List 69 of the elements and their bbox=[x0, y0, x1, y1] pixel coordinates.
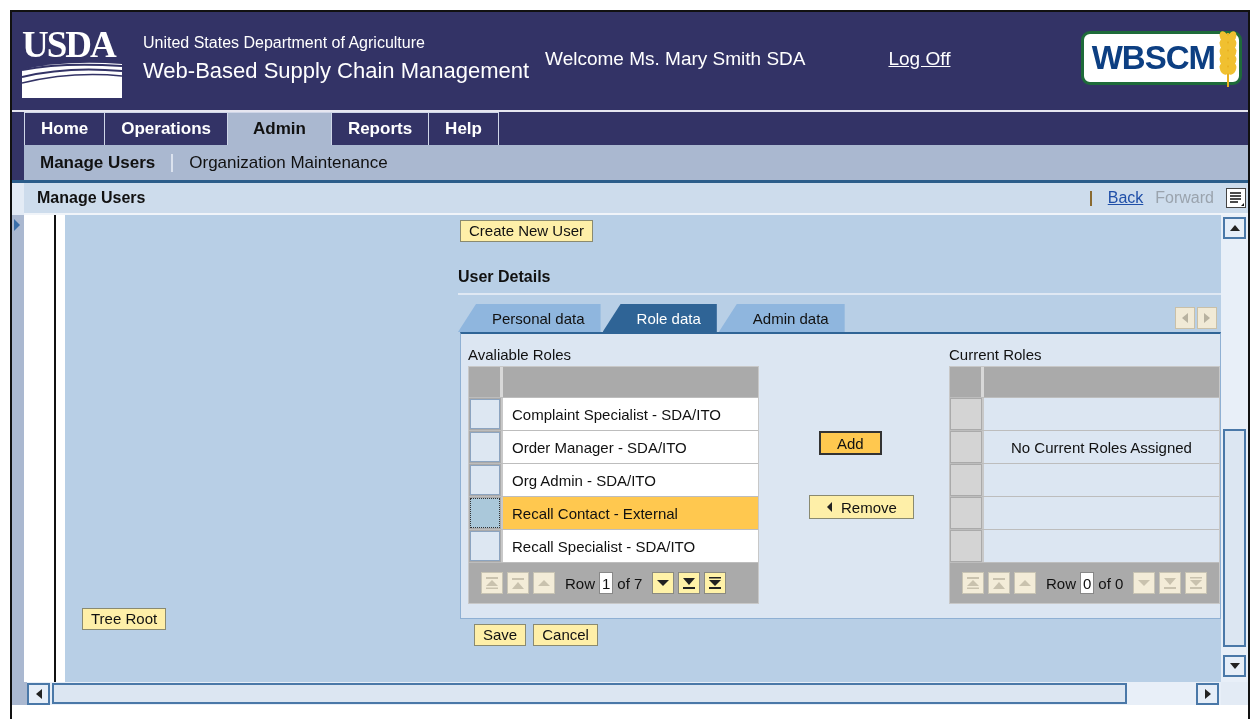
scroll-tabs-left-button[interactable] bbox=[1175, 307, 1195, 329]
bar-triangle-up-icon bbox=[486, 577, 498, 589]
tree-root-button[interactable]: Tree Root bbox=[82, 608, 167, 630]
empty-message: No Current Roles Assigned bbox=[982, 431, 1219, 463]
action-button[interactable]: Cancel bbox=[533, 624, 598, 646]
usda-logo-text: USDA bbox=[22, 28, 117, 62]
page-title: Manage Users bbox=[37, 189, 146, 207]
scrollbar-corner bbox=[1221, 682, 1248, 705]
triangle-right-icon bbox=[1204, 688, 1211, 699]
page-menu-button[interactable] bbox=[1226, 188, 1246, 208]
sub-nav-link[interactable]: Organization Maintenance bbox=[189, 152, 388, 173]
logo-text: WBSCM bbox=[1091, 38, 1216, 78]
log-off-link[interactable]: Log Off bbox=[888, 48, 951, 70]
row-input[interactable]: 0 bbox=[1080, 572, 1095, 594]
nav-tab[interactable]: Admin bbox=[227, 112, 332, 145]
nav-tab[interactable]: Help bbox=[428, 112, 499, 145]
agency-name: United States Department of Agriculture bbox=[143, 34, 426, 52]
triangle-up-icon bbox=[1019, 580, 1031, 586]
create-user-button[interactable]: Create New User bbox=[460, 220, 594, 242]
vertical-scrollbar[interactable] bbox=[1221, 215, 1248, 682]
triangle-down-bar-icon bbox=[1164, 577, 1177, 589]
table-title: Current Roles bbox=[949, 346, 1043, 365]
nav-link[interactable]: Back bbox=[1107, 189, 1144, 207]
action-button[interactable]: Save bbox=[474, 624, 527, 646]
detail-tab[interactable]: Personal data bbox=[458, 304, 601, 332]
bar-triangle-up-icon bbox=[512, 577, 524, 589]
triangle-down-bar-icon bbox=[1190, 577, 1203, 589]
row-total: of 7 bbox=[617, 574, 643, 592]
scroll-tabs-right-button[interactable] bbox=[1197, 307, 1217, 329]
section-title: User Details bbox=[458, 267, 552, 287]
row-selector[interactable] bbox=[470, 498, 500, 528]
horizontal-scrollbar[interactable] bbox=[12, 682, 1248, 705]
pager-button[interactable] bbox=[704, 572, 727, 594]
lines-icon bbox=[1227, 189, 1245, 207]
app-title: Web-Based Supply Chain Management bbox=[143, 58, 530, 84]
triangle-down-icon bbox=[657, 580, 670, 586]
usda-fields-icon bbox=[22, 62, 122, 98]
pager-button[interactable] bbox=[678, 572, 701, 594]
detail-tab[interactable]: Admin data bbox=[718, 304, 845, 332]
role-cell[interactable]: Recall Specialist - SDA/ITO bbox=[501, 530, 758, 562]
triangle-up-icon bbox=[538, 580, 550, 586]
triangle-down-icon bbox=[1138, 580, 1151, 586]
row-label: Row bbox=[565, 574, 595, 592]
nav-tab[interactable]: Home bbox=[24, 112, 106, 145]
row-total: of 0 bbox=[1098, 574, 1124, 592]
role-cell[interactable]: Recall Contact - External bbox=[501, 497, 758, 529]
add-button[interactable]: Add bbox=[819, 431, 882, 455]
remove-button[interactable]: Remove bbox=[809, 495, 914, 519]
sub-nav-link[interactable]: Manage Users bbox=[40, 152, 156, 173]
bar-triangle-up-icon bbox=[993, 577, 1005, 589]
triangle-left-icon bbox=[1181, 312, 1189, 324]
triangle-down-bar-icon bbox=[683, 577, 696, 589]
triangle-up-icon bbox=[1229, 225, 1240, 231]
triangle-down-icon bbox=[1229, 663, 1240, 669]
triangle-left-icon bbox=[35, 688, 42, 699]
triangle-left-icon bbox=[826, 501, 833, 513]
pager-button[interactable] bbox=[652, 572, 675, 594]
bar-triangle-up-icon bbox=[967, 577, 979, 589]
triangle-down-bar-icon bbox=[709, 577, 722, 589]
role-cell[interactable]: Complaint Specialist - SDA/ITO bbox=[501, 398, 758, 430]
detail-tab[interactable]: Role data bbox=[602, 304, 717, 332]
triangle-right-icon bbox=[14, 219, 20, 231]
role-cell[interactable]: Org Admin - SDA/ITO bbox=[501, 464, 758, 496]
triangle-right-icon bbox=[1203, 312, 1211, 324]
row-label: Row bbox=[1046, 574, 1076, 592]
welcome-text: Welcome Ms. Mary Smith SDA bbox=[545, 48, 806, 70]
row-input[interactable]: 1 bbox=[599, 572, 614, 594]
role-cell[interactable]: Order Manager - SDA/ITO bbox=[501, 431, 758, 463]
table-title: Avaliable Roles bbox=[468, 346, 573, 365]
